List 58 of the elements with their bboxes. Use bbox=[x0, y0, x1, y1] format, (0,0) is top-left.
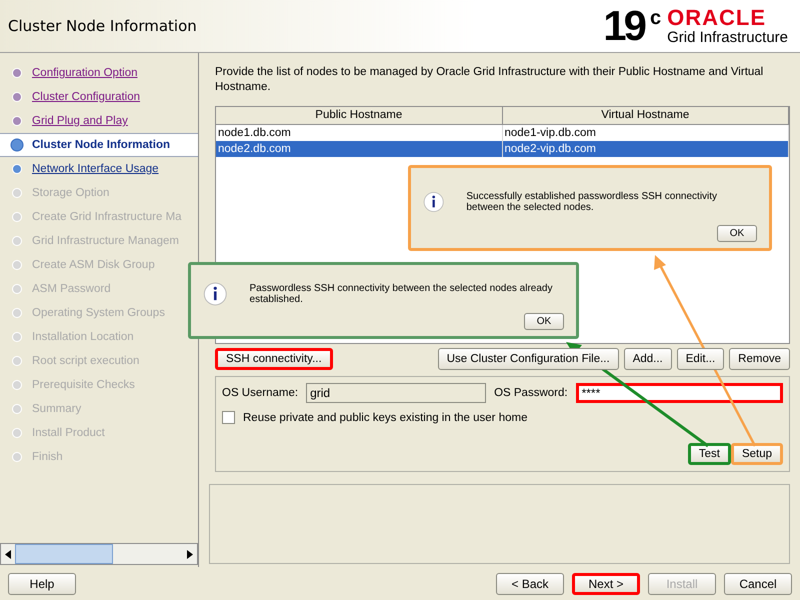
step-icon bbox=[10, 234, 24, 248]
table-cell[interactable]: node2.db.com bbox=[216, 141, 502, 157]
node-action-button[interactable]: Add... bbox=[624, 348, 672, 370]
node-action-button[interactable]: Use Cluster Configuration File... bbox=[438, 348, 619, 370]
scroll-right-icon[interactable] bbox=[187, 550, 193, 558]
version-suffix: c bbox=[650, 7, 662, 30]
password-field[interactable]: **** bbox=[576, 383, 783, 403]
ok-button[interactable]: OK bbox=[717, 225, 757, 242]
current-step[interactable]: Cluster Node Information bbox=[0, 133, 198, 157]
wizard-button[interactable]: Next > bbox=[572, 572, 640, 594]
wizard-step[interactable]: Network Interface Usage bbox=[0, 157, 198, 181]
node-action-button[interactable]: SSH connectivity... bbox=[215, 348, 333, 370]
step-icon bbox=[10, 210, 24, 224]
wizard-button[interactable]: Help bbox=[8, 572, 76, 594]
ok-button[interactable]: OK bbox=[524, 313, 564, 330]
page-title: Cluster Node Information bbox=[8, 17, 197, 35]
brand-name: ORACLE bbox=[667, 6, 768, 30]
username-label: OS Username: bbox=[222, 387, 298, 399]
step-icon bbox=[10, 162, 24, 176]
step-icon bbox=[10, 450, 24, 464]
step-icon bbox=[10, 114, 24, 128]
step-icon bbox=[10, 426, 24, 440]
step-icon bbox=[10, 354, 24, 368]
step-icon bbox=[10, 282, 24, 296]
username-field[interactable]: grid bbox=[306, 383, 486, 403]
wizard-button[interactable]: Cancel bbox=[724, 572, 792, 594]
column-header[interactable]: Public Hostname bbox=[216, 107, 502, 125]
checkbox-label: Reuse private and public keys existing in the user home bbox=[243, 412, 528, 424]
step-icon bbox=[10, 66, 24, 80]
wizard-step[interactable]: Grid Plug and Play bbox=[0, 109, 198, 133]
step-icon bbox=[10, 330, 24, 344]
password-label: OS Password: bbox=[494, 387, 568, 399]
scroll-thumb[interactable] bbox=[15, 544, 113, 564]
ssh-button[interactable]: Setup bbox=[730, 443, 783, 465]
dialog-message: Successfully established passwordless SSH connectivity between the selected nodes. bbox=[466, 190, 718, 212]
step-icon bbox=[10, 138, 24, 152]
node-action-button[interactable]: Remove bbox=[729, 348, 790, 370]
node-action-button[interactable]: Edit... bbox=[676, 348, 724, 370]
reuse-keys-checkbox[interactable] bbox=[222, 411, 235, 424]
step-icon bbox=[10, 306, 24, 320]
step-icon bbox=[10, 258, 24, 272]
wizard-step[interactable]: Cluster Configuration bbox=[0, 85, 198, 109]
version-number: 19 bbox=[603, 5, 644, 47]
horizontal-scrollbar[interactable] bbox=[0, 543, 198, 565]
step-icon bbox=[10, 402, 24, 416]
step-icon bbox=[10, 186, 24, 200]
product-name: Grid Infrastructure bbox=[667, 30, 788, 46]
ssh-button[interactable]: Test bbox=[688, 443, 731, 465]
instruction-text: Provide the list of nodes to be managed by Oracle Grid Infrastructure with their Public Hostname and Virtual Hostname. bbox=[215, 65, 764, 95]
wizard-step[interactable]: Configuration Option bbox=[0, 61, 198, 85]
column-header[interactable]: Virtual Hostname bbox=[502, 107, 789, 125]
info-icon bbox=[203, 280, 228, 308]
step-icon bbox=[10, 378, 24, 392]
dialog-message: Passwordless SSH connectivity between the selected nodes already established. bbox=[250, 283, 554, 305]
step-icon bbox=[10, 90, 24, 104]
wizard-button[interactable]: < Back bbox=[496, 572, 564, 594]
table-cell[interactable]: node2-vip.db.com bbox=[502, 141, 789, 157]
scroll-left-icon[interactable] bbox=[5, 550, 11, 558]
